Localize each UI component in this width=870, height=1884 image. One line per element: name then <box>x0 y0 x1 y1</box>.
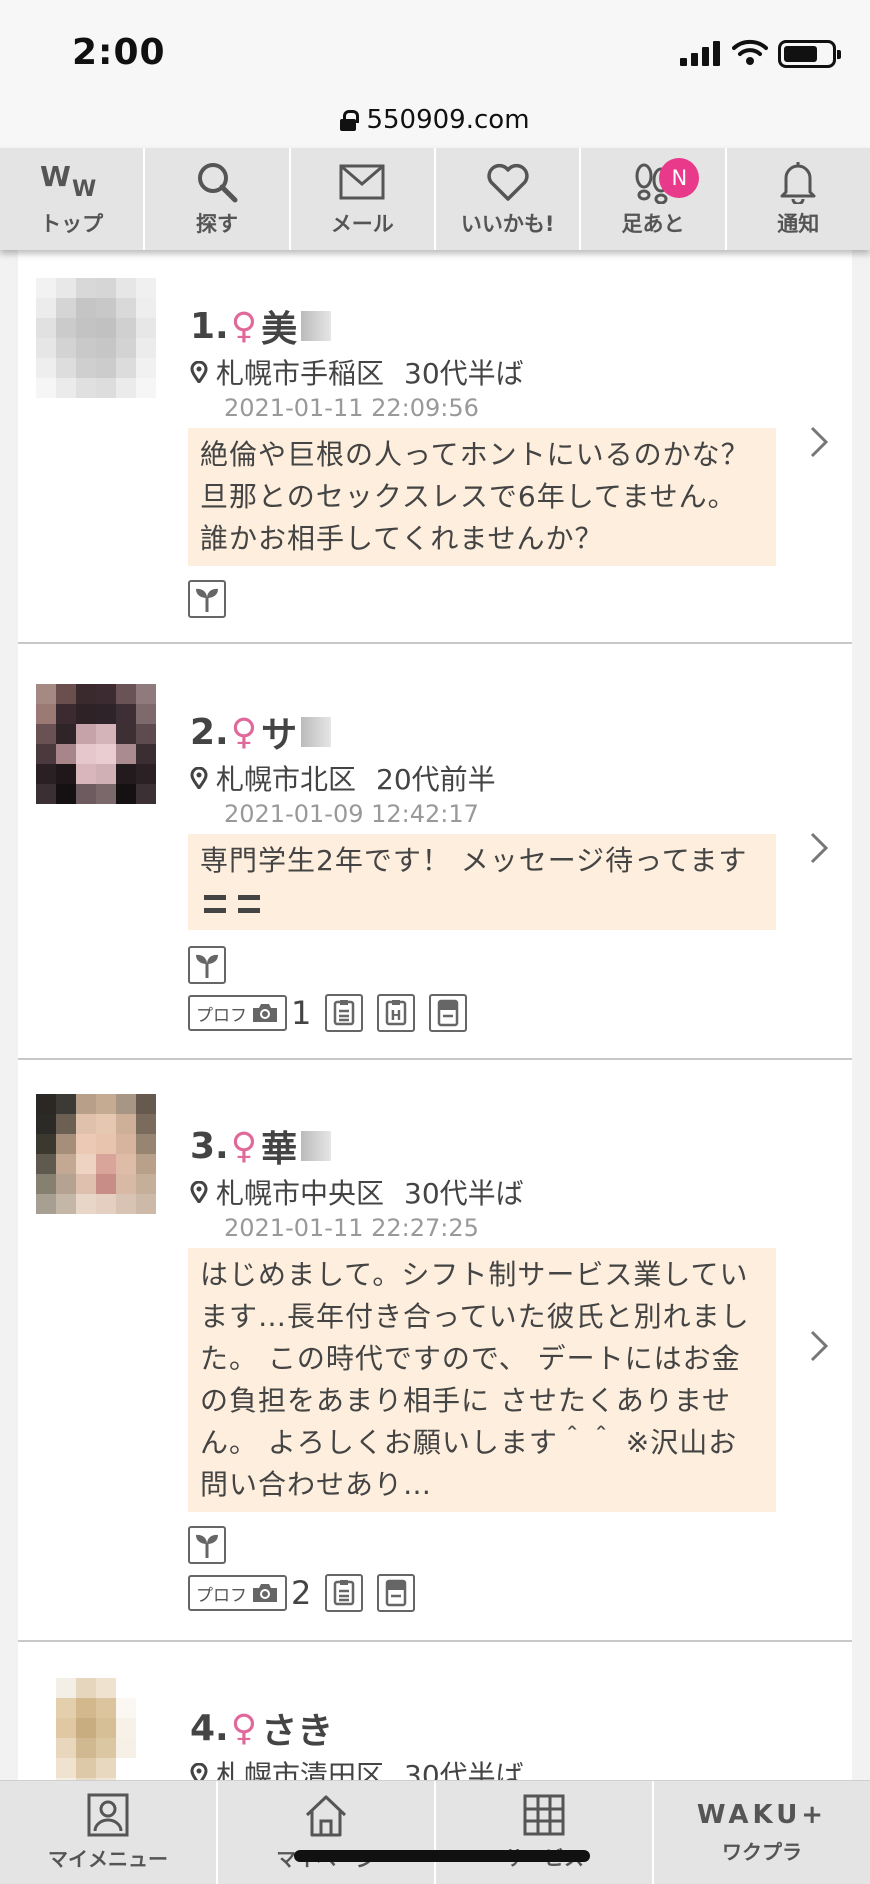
female-icon: ♀ <box>230 711 258 753</box>
female-icon: ♀ <box>230 1707 258 1749</box>
profile-photo-tag: プロフ <box>188 1575 287 1611</box>
ww-logo-icon: WW <box>40 160 104 204</box>
female-icon: ♀ <box>230 1125 258 1167</box>
bell-icon <box>778 160 818 204</box>
chevron-right-icon[interactable] <box>808 424 830 460</box>
location: 札幌市手稲区 30代半ば <box>190 352 524 392</box>
wifi-icon <box>732 39 768 65</box>
person-icon <box>87 1793 129 1837</box>
signal-icon <box>680 40 720 66</box>
photo-count: 1 <box>291 994 312 1032</box>
emoji-icon <box>204 895 226 913</box>
post-date: 2021-01-11 22:09:56 <box>224 394 479 422</box>
avatar <box>36 278 156 398</box>
pin-icon <box>190 1763 208 1780</box>
nav-label: いいかも! <box>460 212 555 236</box>
sprout-icon <box>188 580 226 618</box>
nav-label: 探す <box>195 212 238 236</box>
chevron-right-icon[interactable] <box>808 1328 830 1364</box>
heart-icon <box>486 160 530 204</box>
avatar <box>36 1094 156 1214</box>
svg-text:W: W <box>72 177 96 202</box>
nav-search[interactable]: 探す <box>145 148 291 250</box>
nav-footprints[interactable]: 足あと N <box>581 148 727 250</box>
post-date: 2021-01-09 12:42:17 <box>224 800 479 828</box>
url-text: 550909.com <box>366 105 530 135</box>
female-icon: ♀ <box>230 305 258 347</box>
nav-wakupura[interactable]: WAKU+ ワクプラ <box>654 1781 870 1884</box>
list-item[interactable]: 2. ♀ サ 札幌市北区 20代前半 2021-01-09 12:42:17 専… <box>18 644 852 1060</box>
user-list: 1. ♀ 美 札幌市手稲区 30代半ば 2021-01-11 22:09:56 … <box>18 250 852 1780</box>
pin-icon <box>190 1181 208 1203</box>
nav-service[interactable]: サービス <box>436 1781 654 1884</box>
address-bar[interactable]: 550909.com <box>0 92 870 148</box>
nav-label: マイメニュー <box>48 1847 168 1871</box>
camera-icon <box>253 1584 277 1602</box>
home-icon <box>305 1795 347 1837</box>
nav-like[interactable]: いいかも! <box>436 148 582 250</box>
svg-text:H: H <box>391 1009 402 1024</box>
profile-tags: プロフ 1 H <box>188 994 468 1032</box>
clock: 2:00 <box>72 32 166 73</box>
sprout-icon <box>188 946 226 984</box>
battery-icon <box>778 40 841 68</box>
message-text: はじめまして。シフト制サービス業しています…長年付き合っていた彼氏と別れました。… <box>188 1248 776 1512</box>
document-icon <box>325 994 364 1032</box>
nav-top[interactable]: WW トップ <box>0 148 146 250</box>
photo-count: 2 <box>291 1574 312 1612</box>
location: 札幌市北区 20代前半 <box>190 758 496 798</box>
pin-icon <box>190 361 208 383</box>
grid-icon <box>523 1794 565 1836</box>
nav-label: トップ <box>40 212 104 236</box>
chevron-right-icon[interactable] <box>808 830 830 866</box>
waku-logo: WAKU+ <box>696 1800 828 1830</box>
nav-label: メール <box>330 212 394 236</box>
nav-my-page[interactable]: マイページ <box>218 1781 436 1884</box>
user-name: 1. ♀ 美 <box>190 300 332 352</box>
nav-label: ワクプラ <box>722 1840 802 1864</box>
message-text: 専門学生2年です！ メッセージ待ってます <box>188 834 776 930</box>
nav-notify[interactable]: 通知 <box>727 148 870 250</box>
h-icon: H <box>377 994 416 1032</box>
nav-label: 足あと <box>621 212 685 236</box>
document-icon <box>325 1574 364 1612</box>
bottom-nav: マイメニュー マイページ サービス WAKU+ ワクプラ <box>0 1780 870 1884</box>
nav-mail[interactable]: メール <box>291 148 436 250</box>
emoji-icon <box>237 895 260 913</box>
user-name: 2. ♀ サ <box>190 706 332 758</box>
status-bar: 2:00 <box>0 0 870 92</box>
user-name: 4. ♀ さき <box>190 1707 334 1753</box>
notebook-icon <box>429 994 468 1032</box>
search-icon <box>195 160 239 204</box>
post-date: 2021-01-11 22:27:25 <box>224 1214 479 1242</box>
sprout-icon <box>188 1526 226 1564</box>
profile-tags: プロフ 2 <box>188 1574 416 1612</box>
message-text: 絶倫や巨根の人ってホントにいるのかな？旦那とのセックスレスで6年してません。誰か… <box>188 428 776 566</box>
home-indicator[interactable] <box>294 1850 590 1862</box>
profile-photo-tag: プロフ <box>188 995 287 1031</box>
lock-icon <box>340 110 360 131</box>
list-item[interactable]: 1. ♀ 美 札幌市手稲区 30代半ば 2021-01-11 22:09:56 … <box>18 250 852 644</box>
svg-text:W: W <box>40 162 71 193</box>
nav-label: 通知 <box>777 212 820 236</box>
mail-icon <box>339 160 385 204</box>
avatar <box>36 684 156 804</box>
top-nav: WW トップ 探す メール いいかも! 足あと N 通知 <box>0 148 870 250</box>
location: 札幌市中央区 30代半ば <box>190 1172 524 1212</box>
avatar <box>36 1678 156 1780</box>
list-item[interactable]: 4. ♀ さき 札幌市清田区 30代半ば <box>18 1642 852 1780</box>
new-badge: N <box>659 158 700 198</box>
nav-my-menu[interactable]: マイメニュー <box>0 1781 218 1884</box>
user-name: 3. ♀ 華 <box>190 1120 332 1172</box>
notebook-icon <box>377 1574 416 1612</box>
camera-icon <box>253 1004 277 1022</box>
pin-icon <box>190 767 208 789</box>
list-item[interactable]: 3. ♀ 華 札幌市中央区 30代半ば 2021-01-11 22:27:25 … <box>18 1060 852 1642</box>
location: 札幌市清田区 30代半ば <box>190 1754 524 1780</box>
